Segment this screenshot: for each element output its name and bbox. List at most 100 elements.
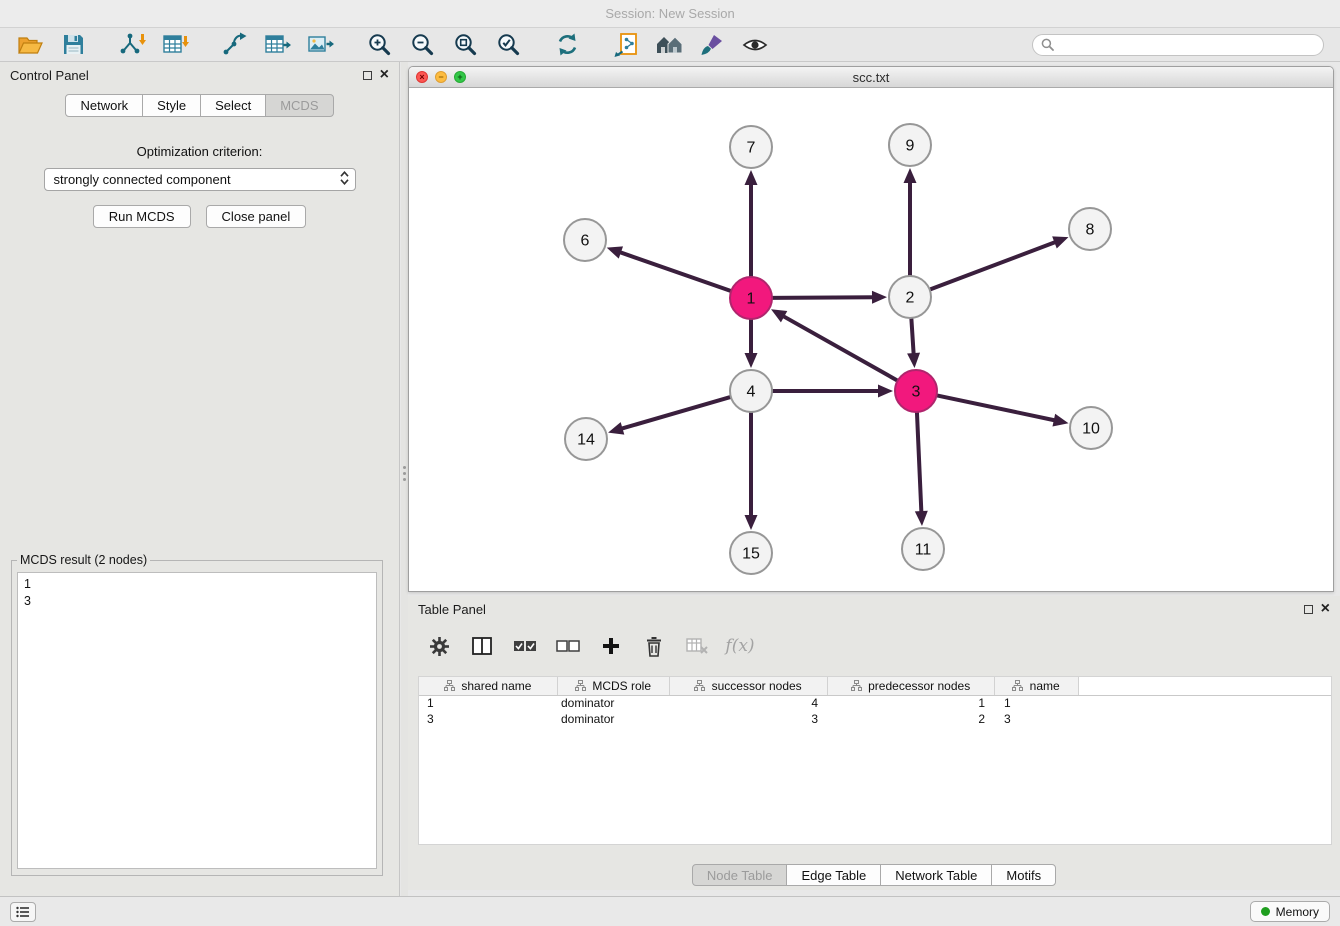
import-table-button[interactable] bbox=[155, 30, 195, 60]
delete-column-button[interactable] bbox=[641, 633, 667, 659]
graph-node-7[interactable]: 7 bbox=[730, 126, 772, 168]
table-cell[interactable]: dominator bbox=[557, 711, 669, 727]
zoom-in-button[interactable] bbox=[359, 30, 399, 60]
graph-edge-4-15[interactable] bbox=[745, 413, 758, 530]
toolbar-search[interactable] bbox=[1032, 34, 1324, 56]
task-history-button[interactable] bbox=[10, 902, 36, 922]
table-row[interactable]: 1dominator411 bbox=[419, 695, 1331, 711]
graph-node-8[interactable]: 8 bbox=[1069, 208, 1111, 250]
graph-node-3[interactable]: 3 bbox=[895, 370, 937, 412]
table-cell[interactable]: 3 bbox=[669, 711, 827, 727]
table-tab-edge-table[interactable]: Edge Table bbox=[786, 864, 881, 886]
show-columns-button[interactable] bbox=[469, 633, 495, 659]
table-cell[interactable]: dominator bbox=[557, 695, 669, 711]
graph-node-2[interactable]: 2 bbox=[889, 276, 931, 318]
table-cell[interactable]: 3 bbox=[419, 711, 557, 727]
column-header-shared-name[interactable]: shared name bbox=[419, 677, 557, 695]
table-tab-motifs[interactable]: Motifs bbox=[991, 864, 1056, 886]
graph-edge-2-3[interactable] bbox=[907, 319, 920, 368]
graph-edge-1-2[interactable] bbox=[773, 291, 887, 304]
export-network-button[interactable] bbox=[214, 30, 254, 60]
open-file-button[interactable] bbox=[10, 30, 50, 60]
run-mcds-button[interactable]: Run MCDS bbox=[93, 205, 191, 228]
svg-text:1: 1 bbox=[747, 291, 756, 308]
graph-canvas[interactable]: 7 9 6 8 1 2 4 3 14 10 15 11 bbox=[409, 88, 1334, 592]
mcds-result-item: 3 bbox=[24, 593, 370, 610]
table-settings-button[interactable] bbox=[426, 633, 452, 659]
column-header-name[interactable]: name bbox=[994, 677, 1078, 695]
table-cell[interactable]: 1 bbox=[994, 695, 1078, 711]
tab-style[interactable]: Style bbox=[142, 94, 201, 117]
column-header-successor-nodes[interactable]: successor nodes bbox=[669, 677, 827, 695]
close-panel-button[interactable]: Close panel bbox=[206, 205, 307, 228]
graph-edge-3-10[interactable] bbox=[938, 396, 1069, 427]
graph-node-11[interactable]: 11 bbox=[902, 528, 944, 570]
minimize-window-button[interactable]: − bbox=[435, 71, 447, 83]
float-table-panel-icon[interactable] bbox=[1304, 605, 1313, 614]
toolbar-search-input[interactable] bbox=[1059, 38, 1315, 52]
tab-network[interactable]: Network bbox=[65, 94, 143, 117]
table-tab-network-table[interactable]: Network Table bbox=[880, 864, 992, 886]
network-from-selection-button[interactable] bbox=[606, 30, 646, 60]
graph-edge-2-9[interactable] bbox=[904, 168, 917, 275]
graph-node-1[interactable]: 1 bbox=[730, 277, 772, 319]
select-all-columns-button[interactable] bbox=[512, 633, 538, 659]
graph-node-14[interactable]: 14 bbox=[565, 418, 607, 460]
save-session-button[interactable] bbox=[53, 30, 93, 60]
table-cell[interactable]: 2 bbox=[827, 711, 994, 727]
export-image-button[interactable] bbox=[300, 30, 340, 60]
float-panel-icon[interactable] bbox=[363, 71, 372, 80]
close-panel-icon[interactable]: × bbox=[380, 69, 389, 81]
graph-node-10[interactable]: 10 bbox=[1070, 407, 1112, 449]
column-header-mcds-role[interactable]: MCDS role bbox=[557, 677, 669, 695]
tab-select[interactable]: Select bbox=[200, 94, 266, 117]
show-graphics-details-button[interactable] bbox=[735, 30, 775, 60]
table-tab-node-table[interactable]: Node Table bbox=[692, 864, 788, 886]
main-toolbar bbox=[0, 28, 1340, 62]
tab-mcds[interactable]: MCDS bbox=[265, 94, 333, 117]
import-network-button[interactable] bbox=[112, 30, 152, 60]
delete-table-button[interactable] bbox=[684, 633, 710, 659]
node-table[interactable]: shared name MCDS role successor nodes pr… bbox=[418, 676, 1332, 845]
close-window-button[interactable]: × bbox=[416, 71, 428, 83]
graph-edge-1-7[interactable] bbox=[745, 170, 758, 276]
table-cell[interactable]: 3 bbox=[994, 711, 1078, 727]
export-table-button[interactable] bbox=[257, 30, 297, 60]
graph-edge-4-3[interactable] bbox=[773, 385, 893, 398]
function-builder-button[interactable]: f(x) bbox=[727, 633, 753, 659]
table-cell[interactable]: 1 bbox=[827, 695, 994, 711]
unselect-all-columns-button[interactable] bbox=[555, 633, 581, 659]
graph-edge-2-8[interactable] bbox=[931, 236, 1069, 289]
zoom-selected-button[interactable] bbox=[488, 30, 528, 60]
svg-text:8: 8 bbox=[1086, 222, 1095, 239]
graph-edge-1-4[interactable] bbox=[745, 320, 758, 368]
memory-button[interactable]: Memory bbox=[1250, 901, 1330, 922]
mcds-tab-content: Optimization criterion: strongly connect… bbox=[0, 120, 399, 896]
graph-edge-3-11[interactable] bbox=[915, 413, 928, 526]
zoom-window-button[interactable]: + bbox=[454, 71, 466, 83]
table-cell[interactable]: 1 bbox=[419, 695, 557, 711]
mcds-result-list[interactable]: 13 bbox=[17, 572, 377, 869]
add-column-button[interactable] bbox=[598, 633, 624, 659]
home-networks-button[interactable] bbox=[649, 30, 689, 60]
table-cell[interactable]: 4 bbox=[669, 695, 827, 711]
graph-node-4[interactable]: 4 bbox=[730, 370, 772, 412]
window-title: Session: New Session bbox=[605, 6, 734, 21]
zoom-out-button[interactable] bbox=[402, 30, 442, 60]
criterion-dropdown[interactable]: strongly connected component bbox=[44, 168, 356, 191]
graph-node-6[interactable]: 6 bbox=[564, 219, 606, 261]
table-toolbar: f(x) bbox=[408, 622, 1340, 670]
graph-node-9[interactable]: 9 bbox=[889, 124, 931, 166]
close-table-panel-icon[interactable]: × bbox=[1321, 603, 1330, 615]
column-header-predecessor-nodes[interactable]: predecessor nodes bbox=[827, 677, 994, 695]
style-paint-button[interactable] bbox=[692, 30, 732, 60]
graph-edge-4-14[interactable] bbox=[608, 397, 730, 434]
graph-edge-1-6[interactable] bbox=[607, 246, 731, 290]
table-panel-title: Table Panel bbox=[418, 602, 486, 617]
graph-node-15[interactable]: 15 bbox=[730, 532, 772, 574]
zoom-fit-button[interactable] bbox=[445, 30, 485, 60]
apply-layout-button[interactable] bbox=[547, 30, 587, 60]
table-row[interactable]: 3dominator323 bbox=[419, 711, 1331, 727]
graph-edge-3-1[interactable] bbox=[771, 309, 897, 380]
panel-splitter[interactable] bbox=[401, 62, 408, 896]
